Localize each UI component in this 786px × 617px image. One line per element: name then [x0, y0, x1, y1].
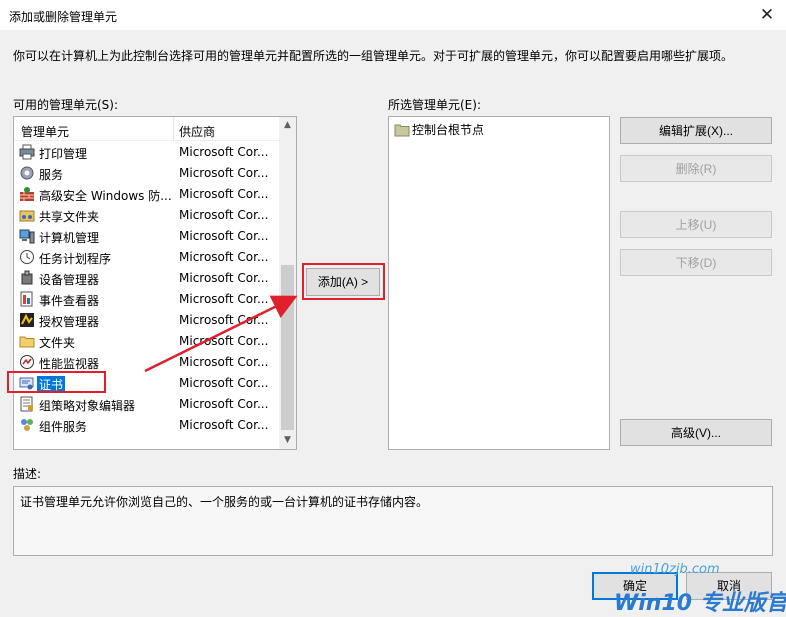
list-item-name: 共享文件夹: [39, 210, 100, 224]
list-item[interactable]: 组策略对象编辑器 Microsoft Cor...: [14, 394, 280, 415]
column-header-name[interactable]: 管理单元: [21, 123, 69, 140]
folder-icon: [394, 124, 410, 137]
move-up-button[interactable]: 上移(U): [620, 211, 772, 238]
list-item[interactable]: 共享文件夹 Microsoft Cor...: [14, 205, 280, 226]
description-box: 证书管理单元允许你浏览自己的、一个服务的或一台计算机的证书存储内容。: [13, 486, 773, 556]
annotation-box-certificate: [7, 371, 106, 393]
list-item-name: 打印管理: [39, 147, 88, 161]
computer-management-icon: [19, 229, 35, 244]
gear-icon: [20, 166, 34, 180]
description-label: 描述:: [13, 467, 42, 481]
watermark-url: win10zjb.com: [630, 562, 720, 577]
device-icon: [21, 270, 33, 285]
tree-node-console-root[interactable]: 控制台根节点: [394, 121, 484, 138]
event-log-icon: [20, 291, 33, 307]
list-item-vendor: Microsoft Cor...: [179, 334, 269, 348]
list-item[interactable]: 文件夹 Microsoft Cor...: [14, 331, 280, 352]
list-item-name: 计算机管理: [39, 231, 100, 245]
edit-extensions-button[interactable]: 编辑扩展(X)...: [620, 117, 772, 144]
list-item-vendor: Microsoft Cor...: [179, 292, 269, 306]
list-item-vendor: Microsoft Cor...: [179, 250, 269, 264]
available-label: 可用的管理单元(S):: [13, 98, 119, 112]
vertical-scrollbar[interactable]: ▲ ▼: [279, 117, 296, 449]
list-item-vendor: Microsoft Cor...: [179, 397, 269, 411]
authorization-icon: [20, 313, 34, 327]
remove-button[interactable]: 删除(R): [620, 155, 772, 182]
list-item-vendor: Microsoft Cor...: [179, 376, 269, 390]
column-divider[interactable]: [173, 117, 174, 141]
annotation-box-add: [302, 263, 385, 300]
window-title: 添加或删除管理单元: [9, 10, 118, 24]
performance-icon: [20, 355, 34, 369]
list-item-name: 组策略对象编辑器: [39, 399, 136, 413]
list-item-name: 文件夹: [39, 336, 76, 350]
list-item[interactable]: 任务计划程序 Microsoft Cor...: [14, 247, 280, 268]
advanced-button[interactable]: 高级(V)...: [620, 419, 772, 446]
description-text: 证书管理单元允许你浏览自己的、一个服务的或一台计算机的证书存储内容。: [20, 495, 429, 509]
list-item-name: 服务: [39, 168, 64, 182]
list-item-vendor: Microsoft Cor...: [179, 229, 269, 243]
selected-label: 所选管理单元(E):: [388, 98, 481, 112]
list-item-name: 组件服务: [39, 420, 88, 434]
list-item-vendor: Microsoft Cor...: [179, 208, 269, 222]
list-item-vendor: Microsoft Cor...: [179, 166, 269, 180]
list-item[interactable]: 计算机管理 Microsoft Cor...: [14, 226, 280, 247]
list-item[interactable]: 事件查看器 Microsoft Cor...: [14, 289, 280, 310]
list-item[interactable]: 组件服务 Microsoft Cor...: [14, 415, 280, 436]
list-header: 管理单元 供应商: [14, 117, 280, 141]
list-item[interactable]: 性能监视器 Microsoft Cor...: [14, 352, 280, 373]
list-item-name: 高级安全 Windows 防...: [39, 189, 172, 203]
intro-text: 你可以在计算机上为此控制台选择可用的管理单元并配置所选的一组管理单元。对于可扩展…: [13, 49, 734, 63]
watermark-logo: Win10 专业版官网: [614, 591, 786, 616]
available-snapins-list[interactable]: 管理单元 供应商 打印管理 Microsoft Cor... 服务 Micros…: [13, 116, 297, 450]
list-item[interactable]: 打印管理 Microsoft Cor...: [14, 142, 280, 163]
shared-folder-icon: [19, 210, 35, 222]
list-item[interactable]: 高级安全 Windows 防... Microsoft Cor...: [14, 184, 280, 205]
list-item-name: 事件查看器: [39, 294, 100, 308]
folder-icon: [19, 336, 35, 348]
list-item-vendor: Microsoft Cor...: [179, 271, 269, 285]
selected-snapins-list[interactable]: 控制台根节点: [388, 116, 610, 450]
list-item-vendor: Microsoft Cor...: [179, 145, 269, 159]
firewall-icon: [20, 187, 34, 201]
title-bar: 添加或删除管理单元 ✕: [0, 0, 786, 30]
component-services-icon: [21, 419, 33, 431]
list-item-name: 设备管理器: [39, 273, 100, 287]
list-item-vendor: Microsoft Cor...: [179, 313, 269, 327]
scroll-down-icon[interactable]: ▼: [279, 432, 296, 449]
printer-icon: [19, 144, 35, 160]
move-down-button[interactable]: 下移(D): [620, 249, 772, 276]
list-item-name: 授权管理器: [39, 315, 100, 329]
column-header-vendor[interactable]: 供应商: [179, 123, 215, 140]
list-item[interactable]: 授权管理器 Microsoft Cor...: [14, 310, 280, 331]
list-item-vendor: Microsoft Cor...: [179, 355, 269, 369]
scroll-up-icon[interactable]: ▲: [279, 117, 296, 134]
scrollbar-thumb[interactable]: [281, 265, 294, 430]
group-policy-icon: [20, 396, 33, 412]
close-icon[interactable]: ✕: [756, 4, 778, 26]
list-item-vendor: Microsoft Cor...: [179, 418, 269, 432]
list-item[interactable]: 设备管理器 Microsoft Cor...: [14, 268, 280, 289]
list-item[interactable]: 服务 Microsoft Cor...: [14, 163, 280, 184]
tree-node-label: 控制台根节点: [412, 123, 485, 137]
clock-icon: [20, 250, 34, 264]
list-item-vendor: Microsoft Cor...: [179, 187, 269, 201]
list-item-name: 任务计划程序: [39, 252, 112, 266]
list-item-name: 性能监视器: [39, 357, 100, 371]
